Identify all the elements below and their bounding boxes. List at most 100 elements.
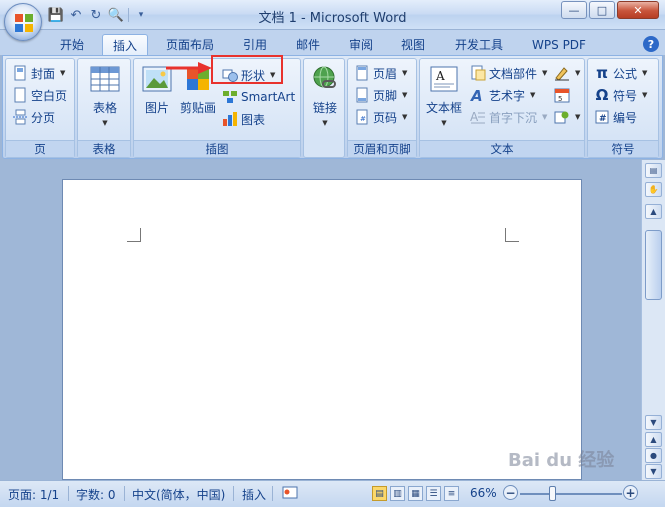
web-layout-view-button[interactable]: ▦ — [408, 486, 423, 501]
svg-text:A: A — [470, 87, 483, 103]
group-header-footer: 页眉 ▼ 页脚 ▼ # 页码 ▼ 页眉和页脚 — [347, 58, 417, 158]
print-layout-view-button[interactable]: ▤ — [372, 486, 387, 501]
vertical-scrollbar[interactable]: ▤ ✋ ▲ ▼ ▲ ● ▼ — [641, 160, 665, 480]
scroll-down-icon[interactable]: ▼ — [645, 415, 662, 430]
status-separator — [233, 486, 234, 501]
equation-button[interactable]: π 公式 ▼ — [594, 63, 647, 83]
wordart-button[interactable]: A 艺术字 ▼ — [470, 85, 535, 105]
drop-cap-button[interactable]: A 首字下沉 ▼ — [470, 107, 547, 127]
date-time-button[interactable]: 5 — [554, 85, 570, 105]
signature-line-button[interactable]: ▼ — [554, 63, 580, 83]
page-margin-mark — [127, 228, 141, 242]
group-text: A 文本框 ▼ 文档部件 ▼ A 艺术字 ▼ A 首字下沉 ▼ ▼ 5 ▼ 文本 — [419, 58, 585, 158]
group-label-pages: 页 — [6, 140, 74, 157]
status-separator — [124, 486, 125, 501]
cover-page-icon — [12, 65, 28, 81]
scroll-thumb[interactable] — [645, 230, 662, 300]
annotation-arrow-icon — [166, 62, 212, 74]
help-icon[interactable]: ? — [643, 36, 659, 52]
zoom-out-icon[interactable]: − — [503, 485, 518, 500]
status-page[interactable]: 页面: 1/1 — [8, 486, 59, 503]
scroll-up-icon[interactable]: ▲ — [645, 204, 662, 219]
quick-parts-button[interactable]: 文档部件 ▼ — [470, 63, 547, 83]
group-label-header-footer: 页眉和页脚 — [348, 140, 416, 157]
header-icon — [354, 65, 370, 81]
draft-view-button[interactable]: ≡ — [444, 486, 459, 501]
status-language[interactable]: 中文(简体，中国) — [132, 486, 225, 503]
chevron-down-icon: ▼ — [322, 119, 328, 127]
tab-wps-pdf[interactable]: WPS PDF — [524, 34, 594, 55]
status-separator — [68, 486, 69, 501]
tab-view[interactable]: 视图 — [392, 34, 434, 55]
tab-developer[interactable]: 开发工具 — [446, 34, 512, 55]
zoom-slider-thumb[interactable] — [549, 486, 556, 501]
status-insert-mode[interactable]: 插入 — [242, 486, 266, 503]
full-screen-reading-view-button[interactable]: ▥ — [390, 486, 405, 501]
blank-page-button[interactable]: 空白页 — [12, 85, 67, 105]
number-icon: # — [594, 109, 610, 125]
page-break-icon — [12, 109, 28, 125]
cover-page-button[interactable]: 封面 ▼ — [12, 63, 65, 83]
drop-cap-icon: A — [470, 109, 486, 125]
footer-icon — [354, 87, 370, 103]
title-bar: 💾 ↶ ↻ 🔍 ▾ 文档 1 - Microsoft Word — □ ✕ — [0, 0, 665, 30]
group-label-tables: 表格 — [78, 140, 130, 157]
object-icon — [554, 109, 570, 125]
header-button[interactable]: 页眉 ▼ — [354, 63, 407, 83]
textbox-button[interactable]: A 文本框 ▼ — [424, 63, 464, 127]
ruler-toggle-icon[interactable]: ▤ — [645, 163, 662, 178]
chevron-down-icon: ▼ — [575, 69, 581, 77]
chart-button[interactable]: 图表 — [222, 109, 265, 129]
window-controls: — □ ✕ — [561, 1, 659, 19]
symbol-button[interactable]: Ω 符号 ▼ — [594, 85, 648, 105]
numbering-button[interactable]: # 编号 — [594, 107, 637, 127]
macro-record-icon[interactable] — [282, 485, 298, 503]
tab-home[interactable]: 开始 — [50, 34, 94, 55]
page-number-icon: # — [354, 109, 370, 125]
chevron-down-icon: ▼ — [402, 69, 408, 77]
calendar-icon: 5 — [554, 87, 570, 103]
pan-hand-icon[interactable]: ✋ — [645, 182, 662, 197]
signature-pen-icon — [554, 65, 570, 81]
textbox-icon: A — [430, 66, 458, 92]
group-label-text: 文本 — [420, 140, 584, 157]
chevron-down-icon: ▼ — [60, 69, 66, 77]
tab-review[interactable]: 审阅 — [340, 34, 382, 55]
tab-mailings[interactable]: 邮件 — [287, 34, 329, 55]
maximize-button[interactable]: □ — [589, 1, 615, 19]
status-word-count[interactable]: 字数: 0 — [76, 486, 116, 503]
zoom-level[interactable]: 66% — [470, 486, 497, 500]
office-logo-icon — [15, 14, 33, 32]
next-page-icon[interactable]: ▼ — [645, 464, 662, 479]
chevron-down-icon: ▼ — [530, 91, 536, 99]
office-button[interactable] — [4, 3, 42, 41]
svg-text:A: A — [435, 69, 445, 83]
group-symbols: π 公式 ▼ Ω 符号 ▼ # 编号 符号 — [587, 58, 659, 158]
document-page[interactable] — [62, 179, 582, 480]
footer-button[interactable]: 页脚 ▼ — [354, 85, 407, 105]
close-button[interactable]: ✕ — [617, 1, 659, 19]
smartart-button[interactable]: SmartArt — [222, 87, 295, 107]
table-button[interactable]: 表格 ▼ — [87, 63, 123, 127]
group-links: 链接 ▼ — [303, 58, 345, 158]
page-margin-mark — [505, 228, 519, 242]
zoom-in-icon[interactable]: + — [623, 485, 638, 500]
page-number-button[interactable]: # 页码 ▼ — [354, 107, 407, 127]
status-separator — [272, 486, 273, 501]
tab-references[interactable]: 引用 — [234, 34, 276, 55]
links-button[interactable]: 链接 ▼ — [308, 63, 342, 127]
omega-icon: Ω — [595, 86, 609, 104]
insert-object-button[interactable]: ▼ — [554, 107, 580, 127]
tab-insert[interactable]: 插入 — [102, 34, 148, 55]
annotation-highlight-box — [211, 55, 283, 84]
ribbon: 封面 ▼ 空白页 分页 页 表格 ▼ 表格 图片 剪贴画 形状 ▼ SmartA… — [2, 55, 663, 159]
tab-page-layout[interactable]: 页面布局 — [158, 34, 222, 55]
group-label-illustrations: 插图 — [134, 140, 300, 157]
page-break-button[interactable]: 分页 — [12, 107, 55, 127]
chevron-down-icon: ▼ — [402, 113, 408, 121]
previous-page-icon[interactable]: ▲ — [645, 432, 662, 447]
browse-object-icon[interactable]: ● — [645, 448, 662, 463]
zoom-slider-track[interactable] — [520, 493, 622, 495]
minimize-button[interactable]: — — [561, 1, 587, 19]
outline-view-button[interactable]: ☰ — [426, 486, 441, 501]
